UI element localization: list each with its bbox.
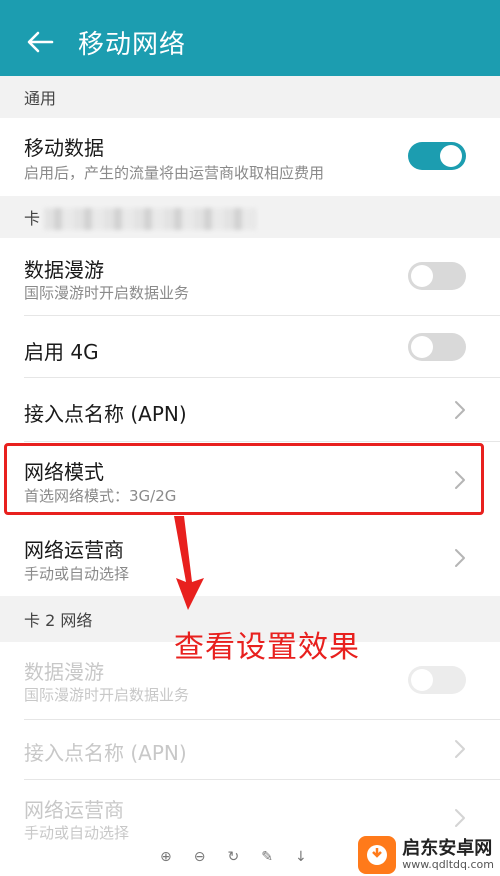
card2-operator-subtitle: 手动或自动选择 [24,824,130,842]
card2-roaming-subtitle: 国际漫游时开启数据业务 [24,686,190,704]
rotate-icon[interactable]: ↻ [227,849,239,865]
mobile-data-subtitle: 启用后，产生的流量将由运营商收取相应费用 [24,164,325,182]
app-bar: 移动网络 [0,0,500,76]
card1-roaming-title: 数据漫游 [24,258,104,282]
back-arrow-icon[interactable] [20,22,60,62]
card1-operator-title: 网络运营商 [24,538,124,562]
card1-label: 卡 [24,209,41,228]
annotation-arrow-icon [174,516,204,610]
enable-4g-title: 启用 4G [24,340,99,364]
section-header-general: 通用 [0,76,500,118]
enable-4g-toggle[interactable] [408,333,466,361]
highlight-box [4,443,484,515]
toggle-knob [411,669,433,691]
card2-apn-row: 接入点名称 (APN) [0,720,500,780]
card1-operator-row[interactable]: 网络运营商 手动或自动选择 [0,518,500,596]
watermark-name: 启东安卓网 [402,837,493,859]
zoom-out-icon[interactable]: ⊖ [194,849,206,865]
watermark-logo-icon [358,836,397,874]
mobile-data-toggle[interactable] [408,142,466,170]
mobile-data-row[interactable]: 移动数据 启用后，产生的流量将由运营商收取相应费用 [0,118,500,196]
card1-roaming-row[interactable]: 数据漫游 国际漫游时开启数据业务 [0,238,500,316]
chevron-right-icon [455,401,465,419]
card2-roaming-title: 数据漫游 [24,660,104,684]
page-title: 移动网络 [78,30,187,60]
chevron-right-icon [455,740,465,758]
annotation-text: 查看设置效果 [174,630,360,665]
card1-roaming-subtitle: 国际漫游时开启数据业务 [24,284,190,302]
toggle-knob [411,336,433,358]
card2-operator-title: 网络运营商 [24,798,124,822]
card1-roaming-toggle[interactable] [408,262,466,290]
toggle-knob [411,265,433,287]
mobile-data-title: 移动数据 [24,136,104,160]
card2-apn-title: 接入点名称 (APN) [24,741,187,765]
chevron-right-icon [455,549,465,567]
watermark: 启东安卓网 www.qdltdq.com [358,836,494,874]
zoom-in-icon[interactable]: ⊕ [160,849,172,865]
download-icon[interactable]: ↓ [295,849,307,865]
enable-4g-row[interactable]: 启用 4G [0,316,500,378]
card2-roaming-toggle [408,666,466,694]
toggle-knob [440,145,462,167]
watermark-url: www.qdltdq.com [402,857,494,871]
chevron-right-icon [455,809,465,827]
edit-icon[interactable]: ✎ [261,849,273,865]
card1-operator-subtitle: 手动或自动选择 [24,565,130,583]
card1-apn-row[interactable]: 接入点名称 (APN) [0,378,500,442]
card1-apn-title: 接入点名称 (APN) [24,402,187,426]
obscured-card-name [44,208,256,230]
